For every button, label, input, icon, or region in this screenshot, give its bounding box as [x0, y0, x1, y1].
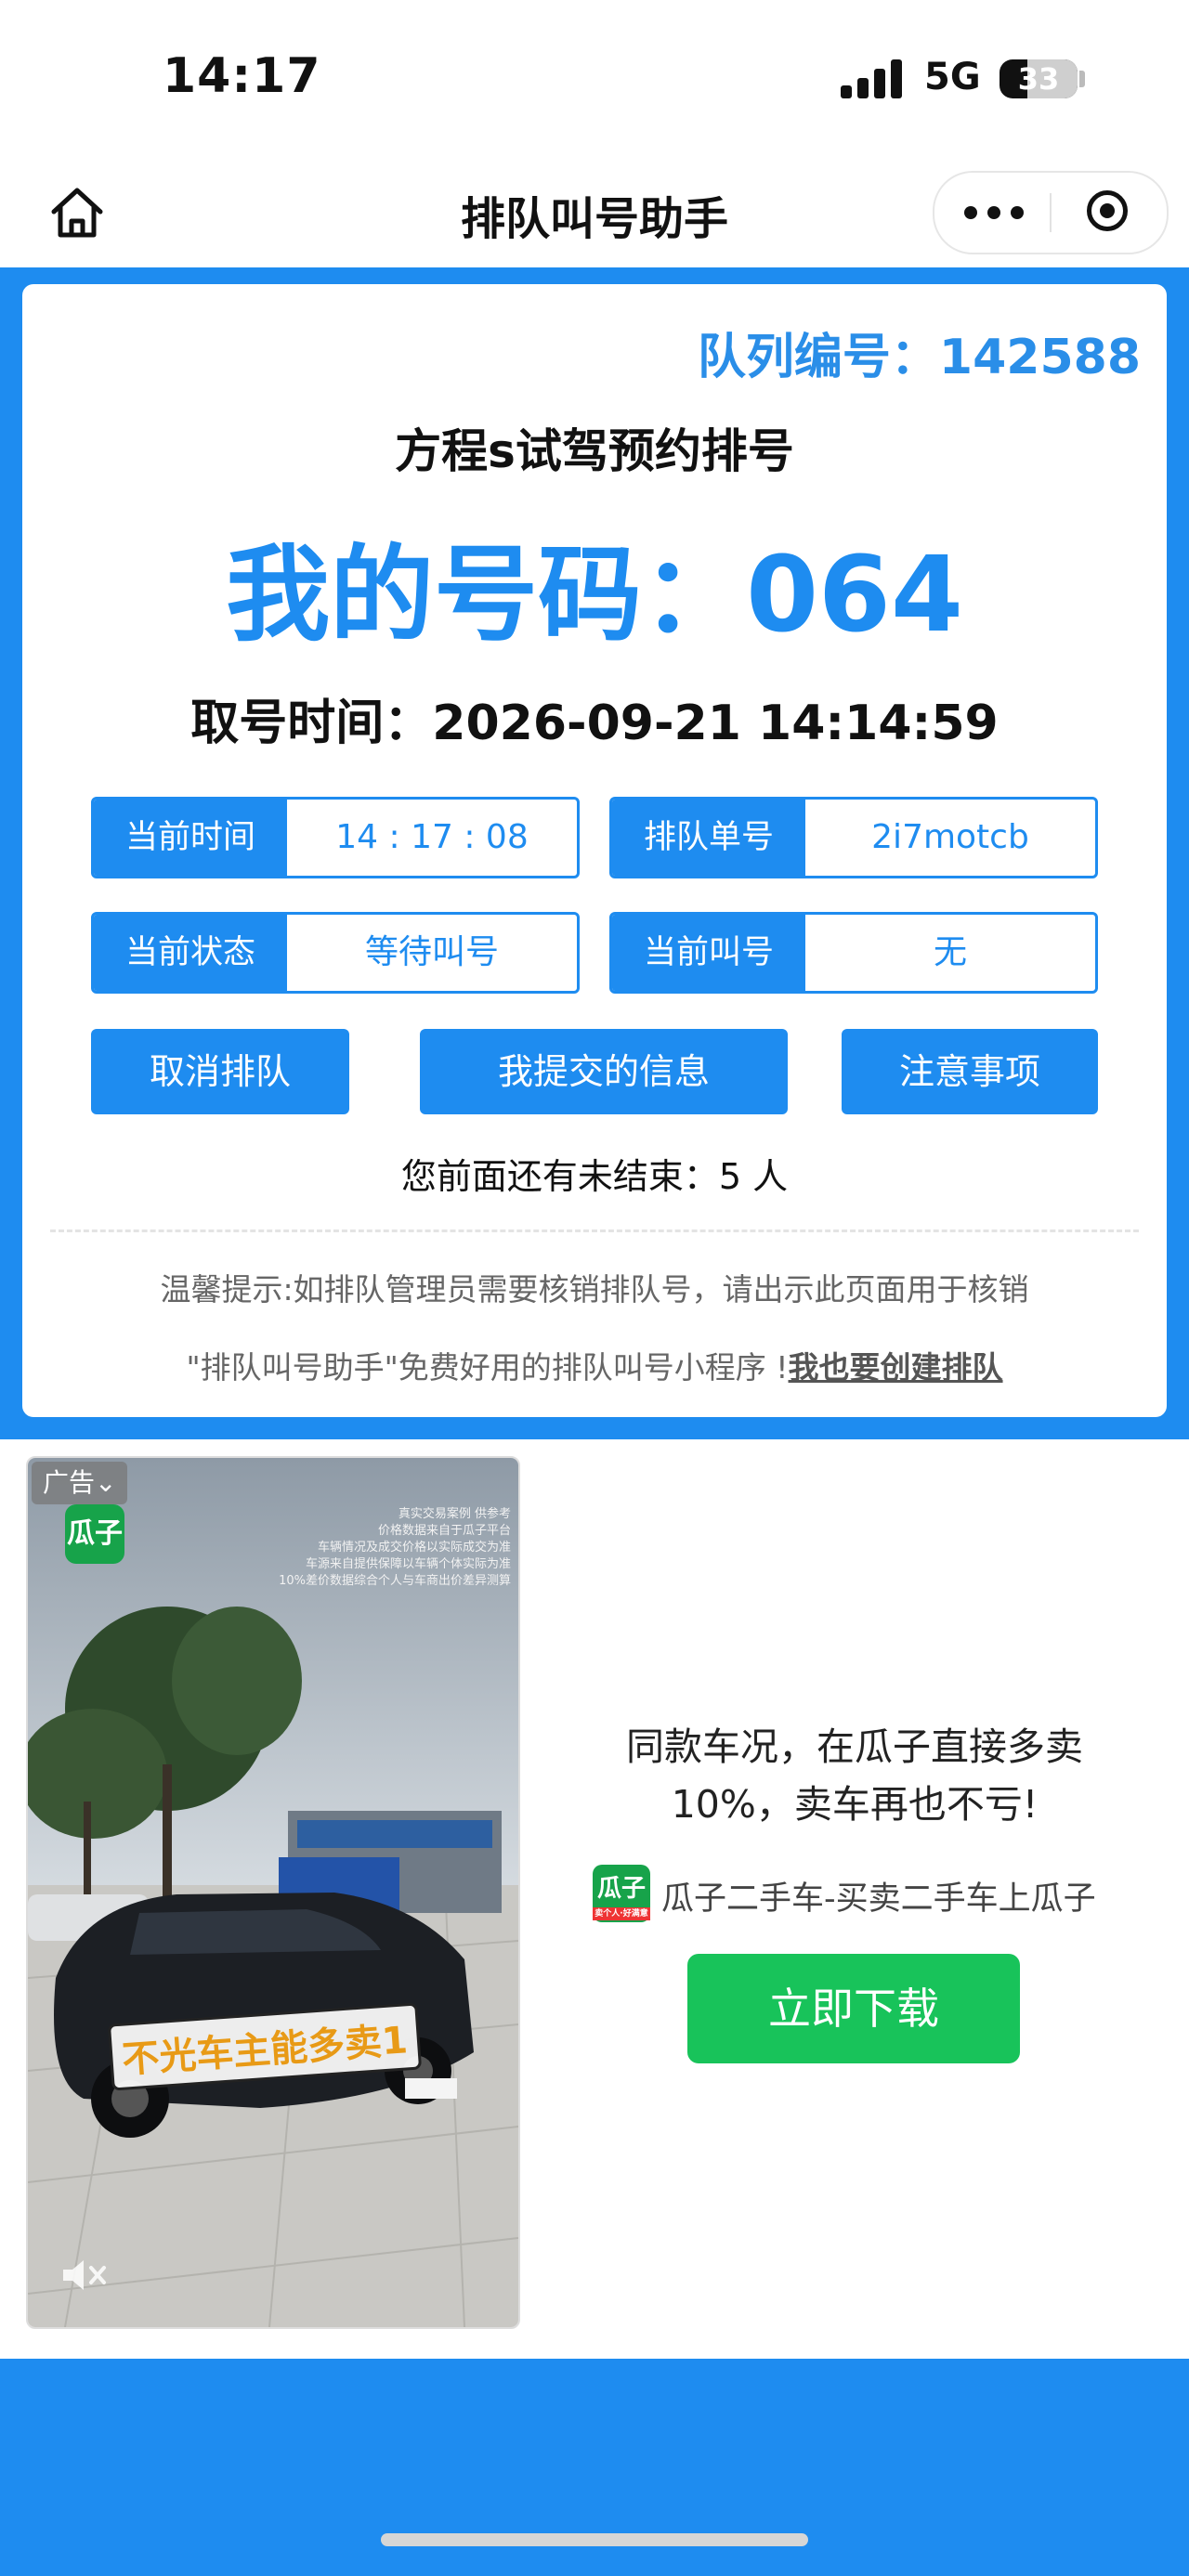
- tip-text: 温馨提示:如排队管理员需要核销排队号，请出示此页面用于核销: [160, 1271, 1029, 1308]
- queue-card: 队列编号：142588 方程s试驾预约排号 我的号码：064 取号时间：2026…: [22, 284, 1167, 1417]
- queue-id: 队列编号：142588: [697, 330, 1141, 385]
- ad-video[interactable]: 广告⌄ 瓜子 真实交易案例 供参考 价格数据来自于瓜子平台 车辆情况及成交价格以…: [26, 1456, 520, 2329]
- current-call-label: 当前叫号: [612, 915, 805, 991]
- battery-icon: 33: [1000, 59, 1078, 98]
- status-label: 当前状态: [94, 915, 287, 991]
- home-icon[interactable]: [46, 182, 108, 243]
- order-number-label: 排队单号: [612, 800, 805, 876]
- download-button[interactable]: 立即下载: [687, 1954, 1020, 2063]
- home-indicator[interactable]: [381, 2533, 808, 2546]
- page-title: 排队叫号助手: [460, 193, 728, 245]
- event-title: 方程s试驾预约排号: [395, 424, 794, 478]
- ad-headline[interactable]: 同款车况，在瓜子直接多卖10%，卖车再也不亏!: [576, 1718, 1133, 1833]
- advertiser-logo-text: 瓜子: [596, 1875, 646, 1903]
- overlay-line: 价格数据来自于瓜子平台: [377, 1524, 511, 1538]
- notes-button[interactable]: 注意事项: [842, 1029, 1098, 1114]
- my-number: 我的号码：064: [226, 535, 963, 656]
- take-time: 取号时间：2026-09-21 14:14:59: [190, 696, 999, 751]
- more-dots-icon[interactable]: [964, 201, 1024, 225]
- cancel-queue-button[interactable]: 取消排队: [91, 1029, 349, 1114]
- miniprogram-capsule: [933, 171, 1169, 254]
- status-bar: 14:17 5G 33: [0, 0, 1189, 158]
- ad-badge[interactable]: 广告⌄: [32, 1462, 128, 1504]
- signal-icon: [841, 58, 906, 98]
- nav-bar: 排队叫号助手: [0, 158, 1189, 267]
- current-call-value: 无: [933, 933, 967, 971]
- divider: [50, 1229, 1139, 1232]
- overlay-line: 10%差价数据综合个人与车商出价差异测算: [279, 1574, 511, 1588]
- create-queue-link[interactable]: 我也要创建排队: [789, 1349, 1003, 1386]
- network-type: 5G: [924, 56, 981, 98]
- current-time-label: 当前时间: [94, 800, 287, 876]
- battery-level: 33: [1017, 61, 1060, 97]
- order-number-value: 2i7motcb: [871, 818, 1029, 856]
- status-time: 14:17: [163, 48, 321, 104]
- status-box: 当前状态 等待叫号: [91, 912, 580, 994]
- advertiser-logo: 瓜子 卖个人·好满意: [593, 1865, 650, 1922]
- current-time-box: 当前时间 14 : 17 : 08: [91, 797, 580, 878]
- mute-icon[interactable]: [59, 2257, 110, 2294]
- guazi-logo: 瓜子: [65, 1504, 124, 1564]
- advertiser-name[interactable]: 瓜子二手车-买卖二手车上瓜子: [661, 1872, 1096, 1919]
- current-call-box: 当前叫号 无: [609, 912, 1098, 994]
- target-icon[interactable]: [1087, 190, 1128, 231]
- ad-overlay-text: 真实交易案例 供参考 价格数据来自于瓜子平台 车辆情况及成交价格以实际成交为准 …: [279, 1506, 511, 1590]
- current-time-value: 14 : 17 : 08: [335, 818, 529, 856]
- overlay-line: 真实交易案例 供参考: [398, 1507, 511, 1521]
- my-info-button[interactable]: 我提交的信息: [420, 1029, 788, 1114]
- overlay-line: 车源来自提供保障以车辆个体实际为准: [305, 1557, 511, 1571]
- overlay-line: 车辆情况及成交价格以实际成交为准: [317, 1541, 511, 1555]
- advertiser-logo-sub: 卖个人·好满意: [593, 1907, 650, 1920]
- people-ahead-text: 您前面还有未结束：5 人: [400, 1156, 789, 1197]
- order-number-box: 排队单号 2i7motcb: [609, 797, 1098, 878]
- promo-text: "排队叫号助手"免费好用的排队叫号小程序 !: [186, 1349, 789, 1386]
- status-value: 等待叫号: [364, 933, 499, 971]
- promo-line: "排队叫号助手"免费好用的排队叫号小程序 !我也要创建排队: [22, 1343, 1167, 1387]
